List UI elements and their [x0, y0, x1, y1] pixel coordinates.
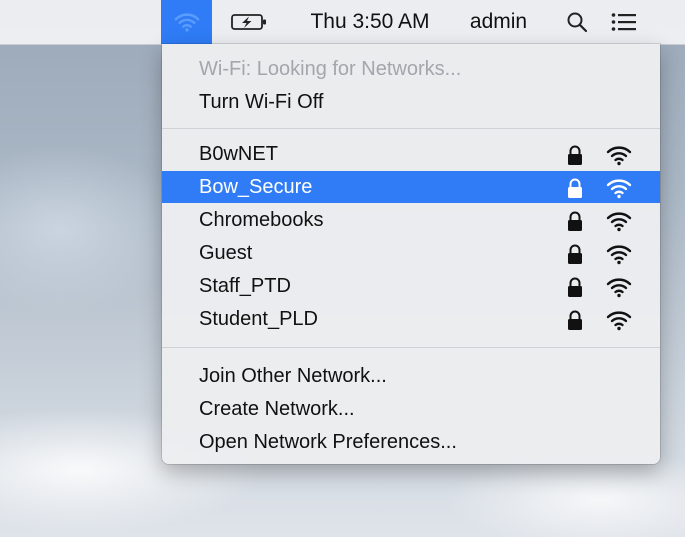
wifi-menu-extra[interactable] [161, 0, 212, 44]
network-name: Staff_PTD [199, 274, 291, 297]
network-item-chromebooks[interactable]: Chromebooks [162, 204, 660, 236]
create-network-label: Create Network... [199, 397, 355, 420]
network-name: Guest [199, 241, 253, 264]
create-network-item[interactable]: Create Network... [162, 393, 660, 425]
wifi-signal-icon [606, 311, 632, 331]
menu-bar: Thu 3:50 AM admin [0, 0, 685, 45]
clock[interactable]: Thu 3:50 AM [286, 0, 454, 44]
turn-wifi-off-item[interactable]: Turn Wi-Fi Off [162, 86, 660, 118]
open-network-preferences-item[interactable]: Open Network Preferences... [162, 426, 660, 458]
network-name: Bow_Secure [199, 175, 313, 198]
lock-icon [568, 244, 582, 264]
lock-icon [568, 178, 582, 198]
lock-icon [568, 277, 582, 297]
turn-wifi-off-label: Turn Wi-Fi Off [199, 90, 324, 113]
notification-center-button[interactable] [605, 0, 643, 44]
lock-icon [568, 310, 582, 330]
lock-icon [568, 145, 582, 165]
battery-charging-icon [231, 14, 266, 30]
network-name: Chromebooks [199, 208, 324, 231]
wifi-dropdown-menu: Wi-Fi: Looking for Networks... Turn Wi-F… [162, 44, 660, 464]
search-icon [567, 12, 588, 33]
notification-list-icon [611, 13, 636, 31]
join-other-network-label: Join Other Network... [199, 364, 387, 387]
open-network-preferences-label: Open Network Preferences... [199, 430, 457, 453]
wifi-icon [174, 13, 199, 32]
spotlight-button[interactable] [562, 0, 592, 44]
separator [162, 347, 660, 348]
network-name: B0wNET [199, 142, 278, 165]
network-item-b0wnet[interactable]: B0wNET [162, 138, 660, 170]
wifi-signal-icon [606, 245, 632, 265]
separator [162, 128, 660, 129]
wifi-signal-icon [606, 278, 632, 298]
network-item-guest[interactable]: Guest [162, 237, 660, 269]
wifi-status-label: Wi-Fi: Looking for Networks... [199, 57, 462, 80]
lock-icon [568, 211, 582, 231]
wifi-signal-icon [606, 179, 632, 199]
network-item-bow-secure[interactable]: Bow_Secure [162, 171, 660, 203]
join-other-network-item[interactable]: Join Other Network... [162, 360, 660, 392]
battery-status[interactable] [226, 0, 274, 44]
wifi-signal-icon [606, 212, 632, 232]
wifi-status: Wi-Fi: Looking for Networks... [162, 53, 660, 85]
network-item-staff-ptd[interactable]: Staff_PTD [162, 270, 660, 302]
wifi-signal-icon [606, 146, 632, 166]
network-name: Student_PLD [199, 307, 318, 330]
network-item-student-pld[interactable]: Student_PLD [162, 303, 660, 335]
user-menu[interactable]: admin [461, 0, 536, 44]
